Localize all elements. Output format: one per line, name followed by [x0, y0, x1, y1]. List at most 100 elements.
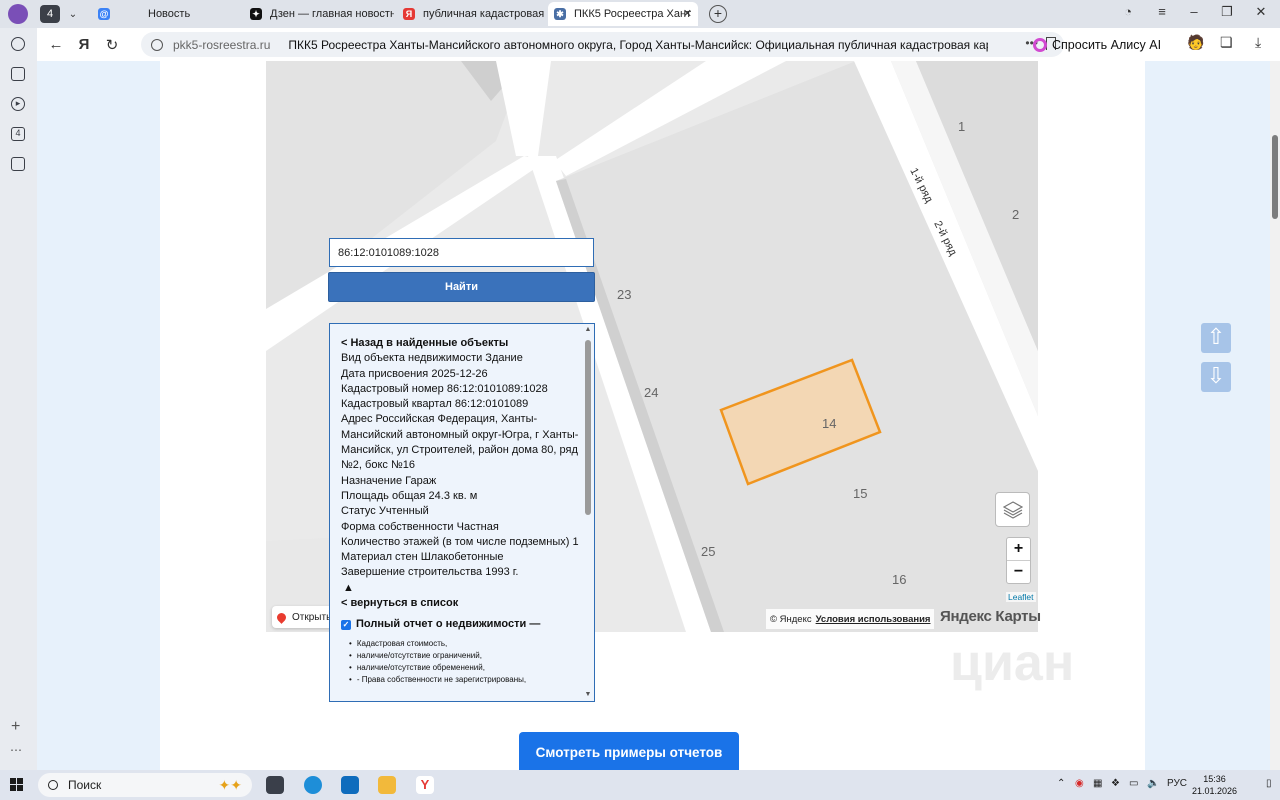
- tab-label: Дзен — главная новостна: [270, 8, 394, 20]
- browser-sidebar: ▸ 4 + ⋯: [0, 28, 37, 770]
- collapse-arrow-icon[interactable]: ▲: [343, 581, 581, 596]
- construction-year: Завершение строительства 1993 г.: [341, 566, 519, 579]
- tab-dzen[interactable]: ✦ Дзен — главная новостна: [244, 2, 394, 26]
- yandex-maps-logo[interactable]: Яндекс Карты: [940, 608, 1041, 625]
- chevron-up-icon[interactable]: ⌃: [1057, 778, 1065, 789]
- open-in-yandex-button[interactable]: Открыть: [272, 606, 337, 628]
- map-label-14: 14: [822, 416, 837, 431]
- zoom-out-button[interactable]: −: [1007, 561, 1030, 584]
- collections-icon[interactable]: ❏: [1220, 34, 1233, 51]
- profile-avatar[interactable]: [8, 4, 28, 24]
- volume-icon[interactable]: 🔈: [1147, 778, 1159, 789]
- back-arrow-icon[interactable]: ←: [45, 36, 67, 53]
- antivirus-icon[interactable]: ◉: [1075, 778, 1084, 789]
- rosreestr-icon: ✱: [554, 8, 566, 20]
- map-label-1: 1: [958, 119, 966, 134]
- tab-label: ПКК5 Росреестра Хант: [574, 8, 692, 20]
- security-icon[interactable]: [151, 38, 163, 51]
- extension-avatar-icon[interactable]: 🧑: [1187, 34, 1204, 51]
- taskbar-search[interactable]: Поиск ✦✦: [38, 773, 252, 797]
- map-label-2: 2: [1012, 207, 1020, 222]
- tray-app-icon[interactable]: ❖: [1111, 778, 1120, 789]
- checkbox-checked-icon[interactable]: ✓: [341, 619, 351, 630]
- mail-icon: @: [98, 8, 110, 20]
- back-to-found-link[interactable]: < Назад в найденные объекты: [341, 336, 581, 351]
- system-clock[interactable]: 15:36 21.01.2026: [1192, 773, 1237, 797]
- tab-label: Новость: [148, 8, 191, 20]
- play-icon[interactable]: ▸: [11, 97, 25, 111]
- zoom-in-button[interactable]: +: [1007, 538, 1030, 561]
- outlook-icon[interactable]: [341, 776, 359, 794]
- view-report-examples-button[interactable]: Смотреть примеры отчетов: [519, 732, 739, 774]
- panel-scroll-thumb[interactable]: [585, 340, 591, 515]
- download-icon[interactable]: ⤓: [1255, 34, 1261, 51]
- windows-start-icon[interactable]: [10, 778, 24, 792]
- map-label-23: 23: [617, 287, 632, 302]
- edge-icon[interactable]: [304, 776, 322, 794]
- notifications-icon[interactable]: ▯: [1266, 778, 1272, 789]
- map-attribution: © Яндекс Условия использования: [766, 609, 935, 629]
- chevron-down-icon[interactable]: ⌄: [66, 9, 80, 20]
- tab-pkk5[interactable]: ✱ ПКК5 Росреестра Хант ✕: [548, 2, 698, 26]
- report-title: Полный отчет о недвижимости —: [356, 618, 541, 631]
- terms-link[interactable]: Условия использования: [816, 614, 931, 625]
- map-label-25: 25: [701, 544, 716, 559]
- file-explorer-icon[interactable]: [378, 776, 396, 794]
- close-icon[interactable]: ✕: [683, 7, 692, 20]
- search-icon: [48, 780, 58, 790]
- search-label: Поиск: [68, 778, 102, 792]
- map-label-24: 24: [644, 385, 659, 400]
- extension-icon[interactable]: ◔: [1118, 4, 1138, 19]
- task-view-icon[interactable]: [266, 776, 284, 794]
- tab-count-badge[interactable]: 4: [40, 5, 60, 23]
- tab-label: публичная кадастровая к: [423, 8, 545, 20]
- list-item: наличие/отсутствие обременений,: [349, 662, 581, 674]
- zoom-control: + −: [1006, 537, 1031, 584]
- list-item: Кадастровая стоимость,: [349, 638, 581, 650]
- map-label-15: 15: [853, 486, 868, 501]
- yandex-browser-icon[interactable]: Y: [416, 776, 434, 794]
- minimize-icon[interactable]: –: [1184, 4, 1204, 19]
- dzen-icon: ✦: [250, 8, 262, 20]
- tabs-count-icon[interactable]: 4: [11, 127, 25, 141]
- object-info-panel[interactable]: < Назад в найденные объекты Вид объекта …: [329, 323, 595, 702]
- alice-button[interactable]: Спросить Алису AI: [1033, 32, 1161, 57]
- tab-novost[interactable]: @ Новость: [92, 2, 242, 26]
- tab-cadastral[interactable]: Я публичная кадастровая к: [397, 2, 545, 26]
- clock-time: 15:36: [1203, 774, 1226, 784]
- close-window-icon[interactable]: ✕: [1251, 4, 1271, 20]
- network-app-icon[interactable]: ▦: [1093, 778, 1102, 789]
- leaflet-link[interactable]: Leaflet: [1006, 592, 1036, 602]
- more-icon[interactable]: ⋯: [10, 743, 22, 757]
- add-panel-icon[interactable]: +: [11, 718, 20, 736]
- purpose: Назначение Гараж: [341, 474, 437, 487]
- scroll-down-icon[interactable]: ▼: [584, 691, 592, 698]
- cadastral-number-input[interactable]: [329, 238, 594, 267]
- alice-label: Спросить Алису AI: [1052, 37, 1162, 52]
- page-scroll-thumb[interactable]: [1272, 135, 1278, 219]
- collections-icon[interactable]: [11, 67, 25, 81]
- watermark-logo: циан: [950, 634, 1075, 692]
- layers-button[interactable]: [995, 492, 1030, 527]
- url-field[interactable]: pkk5-rosreestra.ru ПКК5 Росреестра Ханты…: [141, 32, 1064, 57]
- find-button[interactable]: Найти: [328, 272, 595, 302]
- attribution-text: © Яндекс: [770, 613, 812, 625]
- address-bar: ← Я ↻ pkk5-rosreestra.ru ПКК5 Росреестра…: [37, 28, 1280, 61]
- scroll-up-icon[interactable]: ▲: [584, 326, 592, 333]
- maximize-icon[interactable]: ❐: [1217, 4, 1237, 20]
- screenshot-icon[interactable]: [11, 157, 25, 171]
- back-to-list-link[interactable]: < вернуться в список: [341, 596, 581, 611]
- scroll-up-arrow-icon[interactable]: ⇧: [1201, 323, 1231, 353]
- new-tab-button[interactable]: +: [709, 5, 727, 23]
- scroll-down-arrow-icon[interactable]: ⇩: [1201, 362, 1231, 392]
- full-report-option[interactable]: ✓ Полный отчет о недвижимости —: [341, 617, 581, 632]
- yandex-icon: Я: [403, 8, 415, 20]
- map-label-16: 16: [892, 572, 907, 587]
- display-icon[interactable]: ▭: [1129, 778, 1138, 789]
- history-icon[interactable]: [11, 37, 25, 51]
- language-indicator[interactable]: РУС: [1167, 778, 1187, 789]
- yandex-home-icon[interactable]: Я: [73, 36, 95, 53]
- panel-scrollbar[interactable]: ▲ ▼: [584, 326, 592, 698]
- menu-icon[interactable]: ≡: [1152, 4, 1172, 19]
- reload-icon[interactable]: ↻: [101, 36, 123, 54]
